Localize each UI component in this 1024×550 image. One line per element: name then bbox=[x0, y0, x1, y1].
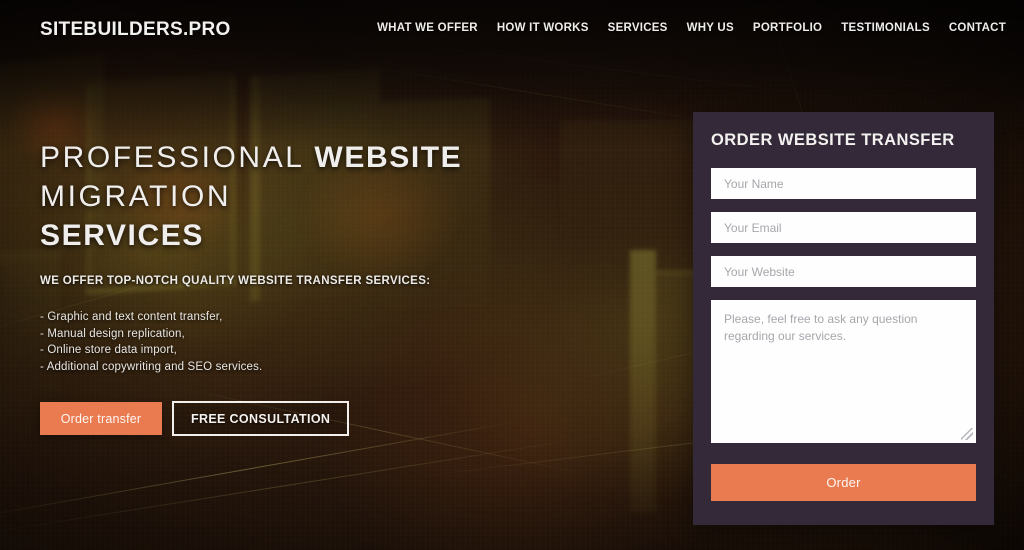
hero-headline: PROFESSIONAL WEBSITE MIGRATION SERVICES bbox=[40, 138, 650, 255]
order-form-title: ORDER WEBSITE TRANSFER bbox=[711, 131, 955, 149]
nav-item-portfolio[interactable]: PORTFOLIO bbox=[753, 22, 822, 34]
list-item: - Manual design replication, bbox=[40, 327, 185, 340]
free-consultation-button[interactable]: FREE CONSULTATION bbox=[172, 401, 350, 436]
headline-text-2: MIGRATION bbox=[40, 180, 232, 213]
name-input[interactable]: Your Name bbox=[711, 168, 976, 199]
nav-item-services[interactable]: SERVICES bbox=[608, 22, 668, 34]
order-submit-button[interactable]: Order bbox=[711, 464, 976, 501]
website-input[interactable]: Your Website bbox=[711, 256, 976, 287]
hero-subheading: WE OFFER TOP-NOTCH QUALITY WEBSITE TRANS… bbox=[40, 275, 431, 287]
message-textarea[interactable]: Please, feel free to ask any question re… bbox=[711, 300, 976, 443]
site-header: SITEBUILDERS.PRO WHAT WE OFFER HOW IT WO… bbox=[0, 0, 1024, 58]
textarea-resize-handle-icon[interactable] bbox=[961, 428, 973, 440]
main-navigation: WHAT WE OFFER HOW IT WORKS SERVICES WHY … bbox=[377, 22, 1006, 34]
nav-item-testimonials[interactable]: TESTIMONIALS bbox=[841, 22, 930, 34]
nav-item-why-us[interactable]: WHY US bbox=[687, 22, 734, 34]
site-logo[interactable]: SITEBUILDERS.PRO bbox=[40, 19, 231, 41]
message-placeholder-text: Please, feel free to ask any question re… bbox=[724, 312, 918, 343]
nav-item-how-it-works[interactable]: HOW IT WORKS bbox=[497, 22, 589, 34]
email-input[interactable]: Your Email bbox=[711, 212, 976, 243]
headline-text-1: PROFESSIONAL bbox=[40, 141, 315, 174]
hero-content: PROFESSIONAL WEBSITE MIGRATION SERVICES W… bbox=[40, 138, 650, 436]
nav-item-contact[interactable]: CONTACT bbox=[949, 22, 1006, 34]
hero-stage: SITEBUILDERS.PRO WHAT WE OFFER HOW IT WO… bbox=[0, 0, 1024, 550]
order-transfer-button[interactable]: Order transfer bbox=[40, 402, 162, 435]
nav-item-what-we-offer[interactable]: WHAT WE OFFER bbox=[377, 22, 478, 34]
headline-bold-website: WEBSITE bbox=[314, 141, 463, 174]
list-item: - Online store data import, bbox=[40, 344, 177, 356]
list-item: - Additional copywriting and SEO service… bbox=[40, 360, 263, 373]
hero-bullet-list: - Graphic and text content transfer, - M… bbox=[40, 309, 650, 375]
order-form-panel: ORDER WEBSITE TRANSFER Your Name Your Em… bbox=[693, 112, 994, 525]
headline-bold-services: SERVICES bbox=[40, 219, 204, 252]
hero-cta-row: Order transfer FREE CONSULTATION bbox=[40, 401, 650, 436]
list-item: - Graphic and text content transfer, bbox=[40, 311, 223, 323]
